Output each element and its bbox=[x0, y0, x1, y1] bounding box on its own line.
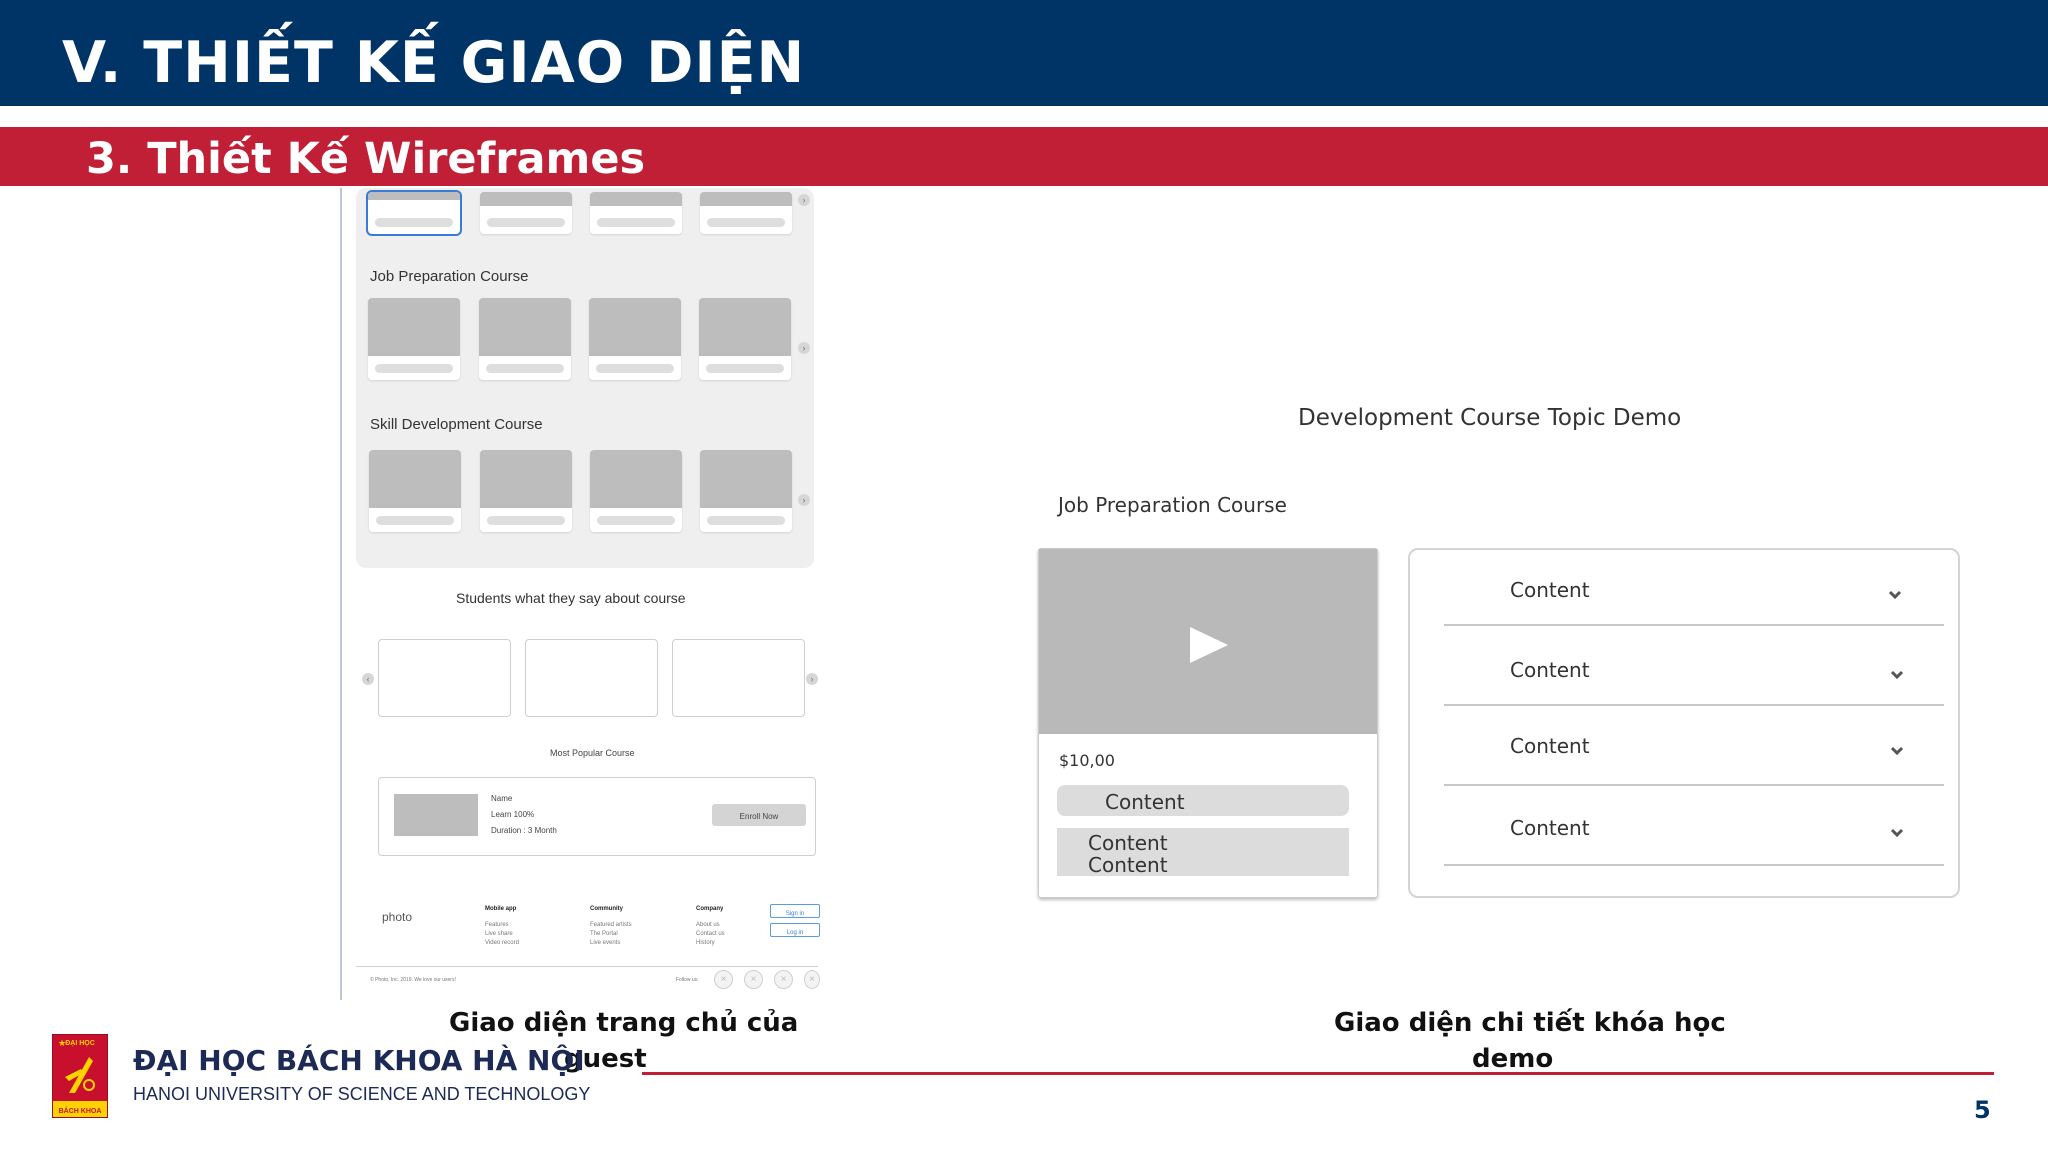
enroll-now-label: Enroll Now bbox=[739, 812, 779, 821]
course-card[interactable] bbox=[590, 450, 682, 532]
footer-divider bbox=[356, 966, 818, 967]
social-icon[interactable]: × bbox=[774, 970, 793, 989]
play-icon[interactable] bbox=[1190, 627, 1228, 663]
university-logo: ĐẠI HỌC ★ BÁCH KHOA bbox=[52, 1034, 108, 1118]
accordion-divider bbox=[1444, 624, 1944, 626]
footer-link[interactable]: Features bbox=[485, 921, 509, 930]
course-card[interactable] bbox=[590, 192, 682, 234]
course-card[interactable] bbox=[368, 192, 460, 234]
section-title-job: Job Preparation Course bbox=[370, 268, 529, 285]
popular-course-name: Name bbox=[491, 794, 513, 803]
popular-course-learn: Learn 100% bbox=[491, 810, 535, 819]
slide-title: V. THIẾT KẾ GIAO DIỆN bbox=[62, 30, 806, 96]
course-card[interactable] bbox=[479, 298, 571, 380]
accordion-item[interactable]: Content bbox=[1444, 720, 1944, 774]
footer-link[interactable]: Video record bbox=[485, 939, 519, 948]
enroll-now-button[interactable]: Enroll Now bbox=[712, 804, 806, 826]
video-player[interactable] bbox=[1039, 549, 1377, 734]
footer-link[interactable]: History bbox=[696, 939, 715, 948]
testimonial-card bbox=[525, 639, 658, 717]
chevron-down-icon[interactable] bbox=[1890, 744, 1904, 758]
popular-course-thumbnail bbox=[394, 794, 478, 836]
course-accordion: Content Content Content Content bbox=[1408, 548, 1960, 898]
chevron-down-icon[interactable] bbox=[1890, 826, 1904, 840]
content-block-line: Content bbox=[1088, 853, 1168, 877]
accordion-item-label: Content bbox=[1510, 658, 1590, 682]
sign-in-label: Sign in bbox=[785, 911, 805, 917]
footer-link[interactable]: The Portal bbox=[590, 930, 618, 939]
copyright-text: © Photo, Inc. 2019. We love our users! bbox=[370, 977, 456, 983]
course-name: Job Preparation Course bbox=[1058, 493, 1287, 517]
wireframe-left-edge bbox=[340, 188, 342, 1000]
next-arrow-icon[interactable]: › bbox=[798, 342, 810, 354]
course-card[interactable] bbox=[480, 192, 572, 234]
log-in-label: Log in bbox=[786, 930, 804, 936]
footer-col-title: Mobile app bbox=[485, 906, 517, 912]
accordion-divider bbox=[1444, 784, 1944, 786]
accordion-item-label: Content bbox=[1510, 734, 1590, 758]
course-card[interactable] bbox=[700, 192, 792, 234]
sign-in-button[interactable]: Sign in bbox=[770, 904, 820, 918]
content-button-label: Content bbox=[1105, 790, 1185, 814]
slide-subtitle: 3. Thiết Kế Wireframes bbox=[86, 134, 646, 184]
right-caption-line1: Giao diện chi tiết khóa học bbox=[1334, 1008, 1726, 1038]
course-card[interactable] bbox=[589, 298, 681, 380]
footer-col-title: Community bbox=[590, 906, 623, 912]
page-number: 5 bbox=[1974, 1096, 1991, 1124]
footer-link[interactable]: Live share bbox=[485, 930, 513, 939]
social-icon[interactable]: × bbox=[804, 970, 820, 989]
chevron-down-icon[interactable] bbox=[1888, 588, 1902, 602]
course-card[interactable] bbox=[368, 298, 460, 380]
accordion-item[interactable]: Content bbox=[1444, 802, 1944, 856]
popular-title: Most Popular Course bbox=[550, 748, 635, 758]
next-arrow-icon[interactable]: › bbox=[806, 673, 818, 685]
logo-bottom-band: BÁCH KHOA bbox=[53, 1101, 107, 1117]
course-price: $10,00 bbox=[1059, 751, 1115, 770]
social-icon[interactable]: × bbox=[744, 970, 763, 989]
course-card[interactable] bbox=[699, 298, 791, 380]
accordion-item[interactable]: Content bbox=[1444, 646, 1944, 700]
course-card[interactable] bbox=[700, 450, 792, 532]
popular-course-card: Name Learn 100% Duration : 3 Month Enrol… bbox=[378, 777, 816, 856]
wireframe-footer-photo: photo bbox=[382, 910, 413, 924]
popular-course-duration: Duration : 3 Month bbox=[491, 826, 557, 835]
right-caption-line2: demo bbox=[1472, 1044, 1554, 1074]
content-block-line: Content bbox=[1088, 831, 1168, 855]
testimonial-card bbox=[672, 639, 805, 717]
course-topic-title: Development Course Topic Demo bbox=[1298, 405, 1682, 431]
follow-us-label: Follow us: bbox=[676, 977, 699, 983]
section-title-skill: Skill Development Course bbox=[370, 416, 543, 433]
footer-link[interactable]: Featured artists bbox=[590, 921, 632, 930]
chevron-down-icon[interactable] bbox=[1890, 668, 1904, 682]
testimonials-title: Students what they say about course bbox=[456, 590, 686, 606]
footer-rule bbox=[642, 1072, 1994, 1075]
content-block: Content Content bbox=[1057, 828, 1349, 877]
footer-link[interactable]: Live events bbox=[590, 939, 620, 948]
next-arrow-icon[interactable]: › bbox=[798, 194, 810, 206]
accordion-item-label: Content bbox=[1510, 816, 1590, 840]
log-in-button[interactable]: Log in bbox=[770, 923, 820, 937]
next-arrow-icon[interactable]: › bbox=[798, 494, 810, 506]
logo-emblem-icon bbox=[65, 1057, 95, 1093]
social-icon[interactable]: × bbox=[714, 970, 733, 989]
accordion-item[interactable]: Content bbox=[1444, 566, 1944, 620]
footer-col-title: Company bbox=[696, 906, 724, 912]
footer-link[interactable]: Contact us bbox=[696, 930, 725, 939]
accordion-divider bbox=[1444, 864, 1944, 866]
logo-bottom-text: BÁCH KHOA bbox=[58, 1108, 102, 1115]
left-caption-line1: Giao diện trang chủ của bbox=[449, 1008, 799, 1038]
course-card[interactable] bbox=[369, 450, 461, 532]
accordion-item-label: Content bbox=[1510, 578, 1590, 602]
footer-link[interactable]: About us bbox=[696, 921, 720, 930]
prev-arrow-icon[interactable]: ‹ bbox=[362, 673, 374, 685]
accordion-divider bbox=[1444, 704, 1944, 706]
university-name-vn: ĐẠI HỌC BÁCH KHOA HÀ NỘI bbox=[133, 1044, 585, 1077]
content-button[interactable]: Content bbox=[1057, 785, 1349, 816]
course-card[interactable] bbox=[480, 450, 572, 532]
course-detail-card: $10,00 Content Content Content bbox=[1038, 548, 1378, 898]
star-icon: ★ bbox=[58, 1038, 67, 1048]
testimonial-card bbox=[378, 639, 511, 717]
homepage-wireframe: › Job Preparation Course › Skill Develop… bbox=[340, 188, 830, 1000]
university-name-en: HANOI UNIVERSITY OF SCIENCE AND TECHNOLO… bbox=[133, 1084, 591, 1104]
